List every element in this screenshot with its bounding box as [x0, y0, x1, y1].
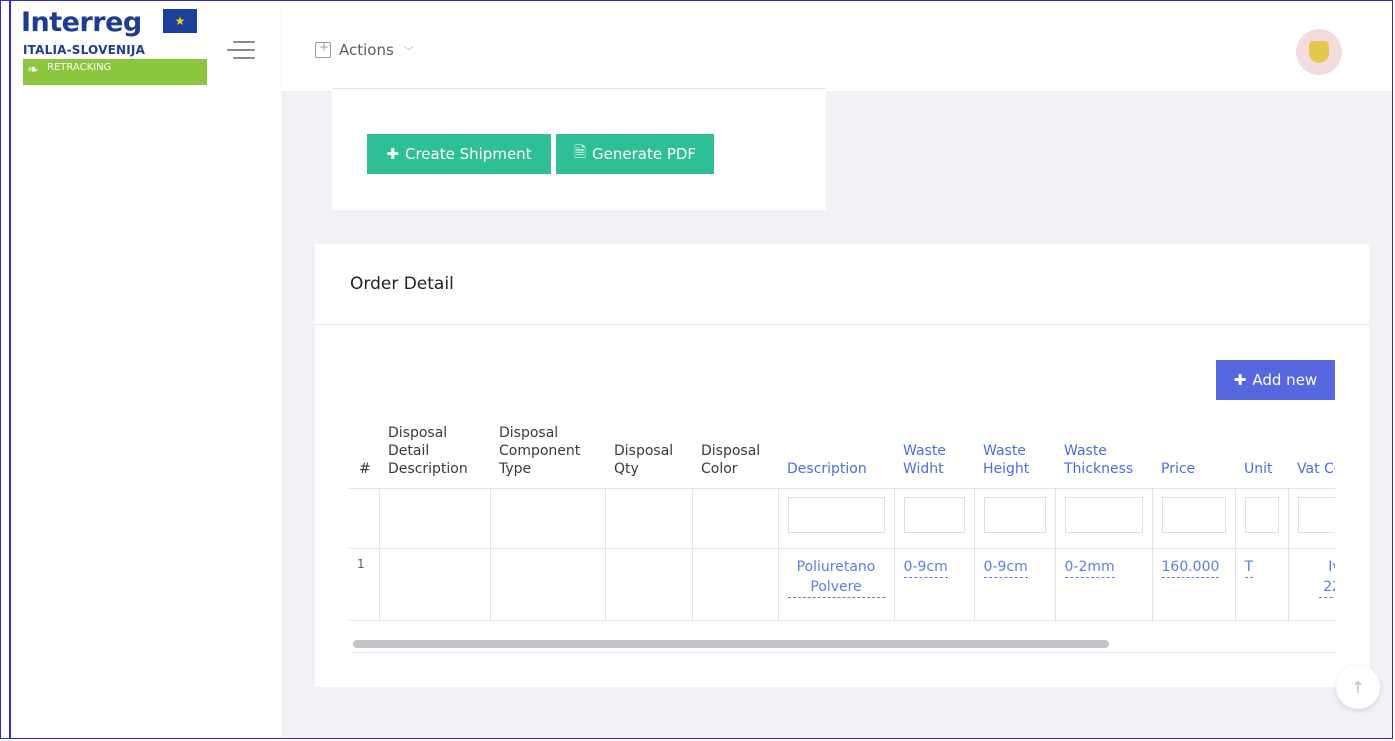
- brand-wordmark: Interreg: [21, 7, 142, 38]
- filter-cell: [973, 488, 1055, 549]
- vat-code-cell: Iva 22%: [1287, 548, 1335, 621]
- actions-menu[interactable]: Actions ﹀: [315, 40, 414, 59]
- order-detail-table: # Disposal Detail Description Disposal C…: [349, 394, 1335, 621]
- price-editable[interactable]: 160.000: [1161, 557, 1220, 578]
- plus-icon: ✚: [1233, 371, 1247, 389]
- waste-thickness-cell: 0-2mm: [1054, 548, 1152, 621]
- filter-cell: [349, 488, 379, 549]
- avatar-image: [1309, 41, 1329, 63]
- scroll-to-top-button[interactable]: ↑: [1336, 665, 1380, 709]
- horizontal-scrollbar[interactable]: [351, 638, 1337, 653]
- filter-cell: [691, 488, 778, 549]
- card-divider: [315, 324, 1369, 325]
- price-cell: 160.000: [1151, 548, 1235, 621]
- disposal-detail-description-cell: [378, 548, 490, 621]
- app-frame: Interreg ★ ITALIA-SLOVENIJA ❧ RETRACKING…: [0, 0, 1393, 739]
- shipment-actions-card: ✚ Create Shipment 🗎 Generate PDF: [332, 88, 826, 210]
- generate-pdf-button[interactable]: 🗎 Generate PDF: [556, 134, 714, 174]
- filter-cell: [489, 488, 605, 549]
- interreg-logo[interactable]: Interreg ★ ITALIA-SLOVENIJA ❧ RETRACKING: [21, 7, 211, 91]
- order-detail-title: Order Detail: [350, 274, 454, 294]
- actions-label: Actions: [339, 41, 394, 59]
- filter-cell: [1151, 488, 1235, 549]
- create-shipment-label: Create Shipment: [405, 145, 532, 163]
- create-shipment-button[interactable]: ✚ Create Shipment: [367, 134, 551, 174]
- column-header-price[interactable]: Price: [1152, 394, 1235, 489]
- price-filter-input[interactable]: [1161, 497, 1226, 533]
- filter-cell: [777, 488, 894, 549]
- vat-code-editable[interactable]: Iva 22%: [1318, 557, 1335, 598]
- description-cell: Poliuretano Polvere: [777, 548, 894, 621]
- column-header-disposal-color[interactable]: Disposal Color: [692, 394, 778, 489]
- chevron-down-icon: ﹀: [403, 46, 414, 58]
- brand-subtitle: ITALIA-SLOVENIJA: [23, 43, 146, 57]
- row-number-cell: 1: [349, 548, 379, 621]
- column-header-vat-code[interactable]: Vat Code: [1288, 394, 1335, 489]
- column-header-waste-thickness[interactable]: Waste Thickness: [1055, 394, 1152, 489]
- project-name: RETRACKING: [47, 62, 112, 73]
- main-content: ✚ Create Shipment 🗎 Generate PDF Order D…: [281, 88, 1392, 738]
- column-header-num[interactable]: #: [349, 394, 379, 489]
- unit-editable[interactable]: T: [1244, 557, 1254, 578]
- filter-row: [349, 488, 1335, 549]
- pdf-file-icon: 🗎: [573, 142, 586, 161]
- waste-height-cell: 0-9cm: [973, 548, 1055, 621]
- filter-cell: [1287, 488, 1335, 549]
- disposal-color-cell: [691, 548, 778, 621]
- waste-widht-filter-input[interactable]: [903, 497, 965, 533]
- leaf-icon: ❧: [27, 62, 39, 78]
- order-detail-card: Order Detail ✚ Add new # Disposal Detail…: [315, 244, 1369, 687]
- waste-widht-editable[interactable]: 0-9cm: [903, 557, 948, 578]
- disposal-qty-cell: [604, 548, 692, 621]
- filter-cell: [1054, 488, 1152, 549]
- menu-toggle-icon[interactable]: [227, 39, 255, 61]
- column-header-description[interactable]: Description: [778, 394, 894, 489]
- add-new-label: Add new: [1252, 371, 1318, 389]
- waste-widht-cell: 0-9cm: [893, 548, 974, 621]
- table-row: 1 Poliuretano Polvere 0-9cm 0-9cm 0-2mm …: [349, 548, 1335, 621]
- waste-height-filter-input[interactable]: [983, 497, 1046, 533]
- waste-thickness-editable[interactable]: 0-2mm: [1064, 557, 1115, 578]
- arrow-up-icon: ↑: [1351, 677, 1365, 697]
- project-badge: ❧ RETRACKING: [23, 59, 207, 85]
- column-header-waste-height[interactable]: Waste Height: [974, 394, 1055, 489]
- add-box-icon: [315, 40, 331, 58]
- column-header-disposal-qty[interactable]: Disposal Qty: [605, 394, 692, 489]
- plus-icon: ✚: [386, 145, 399, 163]
- user-avatar[interactable]: [1296, 29, 1342, 75]
- filter-cell: [893, 488, 974, 549]
- column-header-disposal-component-type[interactable]: Disposal Component Type: [490, 394, 605, 489]
- filter-cell: [604, 488, 692, 549]
- eu-flag-icon: ★: [163, 9, 197, 33]
- generate-pdf-label: Generate PDF: [592, 145, 697, 163]
- disposal-component-type-cell: [489, 548, 605, 621]
- sidebar: Interreg ★ ITALIA-SLOVENIJA ❧ RETRACKING: [9, 1, 283, 738]
- order-detail-table-container[interactable]: # Disposal Detail Description Disposal C…: [349, 394, 1335, 624]
- waste-height-editable[interactable]: 0-9cm: [983, 557, 1028, 578]
- filter-cell: [378, 488, 490, 549]
- column-header-waste-widht[interactable]: Waste Widht: [894, 394, 974, 489]
- scrollbar-thumb[interactable]: [353, 640, 1109, 648]
- filter-cell: [1234, 488, 1288, 549]
- description-filter-input[interactable]: [787, 497, 885, 533]
- unit-cell: T: [1234, 548, 1288, 621]
- column-header-disposal-detail-description[interactable]: Disposal Detail Description: [379, 394, 490, 489]
- table-header-row: # Disposal Detail Description Disposal C…: [349, 394, 1335, 489]
- waste-thickness-filter-input[interactable]: [1064, 497, 1143, 533]
- vat-code-filter-input[interactable]: [1297, 497, 1335, 533]
- top-header: Actions ﹀: [281, 1, 1392, 91]
- column-header-unit[interactable]: Unit: [1235, 394, 1288, 489]
- description-editable[interactable]: Poliuretano Polvere: [787, 557, 885, 598]
- unit-filter-input[interactable]: [1244, 497, 1279, 533]
